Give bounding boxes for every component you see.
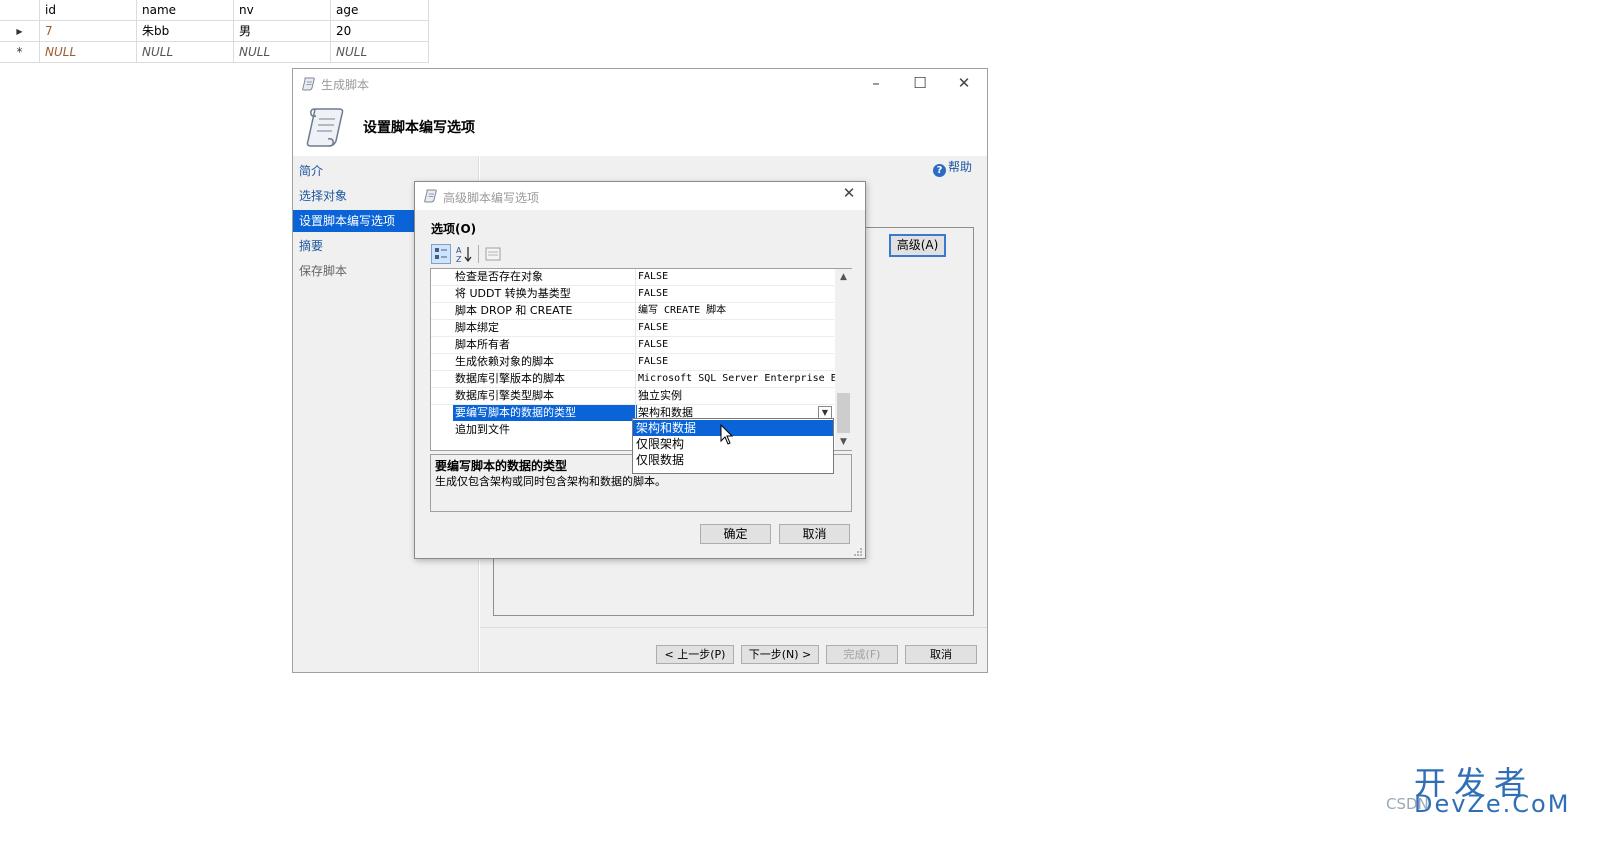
property-name: 检查是否存在对象	[455, 270, 543, 283]
property-name: 追加到文件	[455, 423, 510, 436]
scroll-down-icon[interactable]: ▼	[835, 434, 852, 450]
property-grid-scrollbar[interactable]: ▲ ▼	[835, 269, 852, 450]
options-label: 选项(O)	[431, 222, 477, 236]
description-text: 生成仅包含架构或同时包含架构和数据的脚本。	[435, 475, 666, 488]
property-value[interactable]: FALSE	[635, 354, 837, 370]
advanced-button[interactable]: 高级(A)	[889, 234, 946, 257]
watermark-csdn: CSDN	[1386, 795, 1429, 813]
table-cell[interactable]: 男	[234, 21, 331, 42]
property-value[interactable]: Microsoft SQL Server Enterprise Ed	[635, 371, 837, 387]
alphabetical-button[interactable]: A Z	[454, 244, 474, 264]
grid-corner[interactable]	[0, 0, 40, 21]
help-icon: ?	[933, 164, 946, 177]
categorized-icon	[435, 248, 447, 259]
property-value[interactable]: FALSE	[635, 286, 837, 302]
scroll-icon	[306, 108, 344, 147]
description-title: 要编写脚本的数据的类型	[435, 459, 568, 473]
property-name: 生成依赖对象的脚本	[455, 355, 554, 368]
svg-text:Z: Z	[456, 255, 462, 264]
row-indicator-current[interactable]: ▶	[0, 21, 40, 42]
dropdown-option[interactable]: 仅限数据	[633, 452, 833, 468]
property-pages-icon	[485, 247, 501, 261]
property-row[interactable]: 生成依赖对象的脚本 FALSE	[431, 354, 834, 371]
column-header-id[interactable]: id	[40, 0, 137, 21]
property-pages-button	[483, 244, 503, 264]
nav-item-intro[interactable]: 简介	[293, 160, 479, 182]
dialog-close-button[interactable]: ✕	[835, 184, 863, 208]
title-bar[interactable]: 生成脚本 – ☐ ✕	[293, 69, 987, 99]
table-cell[interactable]: 20	[331, 21, 429, 42]
table-cell[interactable]: NULL	[331, 42, 429, 63]
property-name: 将 UDDT 转换为基类型	[455, 287, 571, 300]
property-row[interactable]: 脚本所有者 FALSE	[431, 337, 834, 354]
close-button[interactable]: ✕	[942, 69, 986, 99]
categorized-button[interactable]	[431, 244, 451, 264]
column-header-age[interactable]: age	[331, 0, 429, 21]
minimize-button[interactable]: –	[854, 69, 898, 99]
finish-button: 完成(F)	[826, 645, 898, 664]
column-header-nv[interactable]: nv	[234, 0, 331, 21]
help-link[interactable]: ? 帮助	[933, 158, 972, 177]
svg-text:A: A	[456, 246, 462, 255]
window-title: 生成脚本	[321, 78, 370, 92]
help-label: 帮助	[948, 160, 973, 174]
property-name: 要编写脚本的数据的类型	[453, 405, 637, 421]
table-cell[interactable]: NULL	[40, 42, 137, 63]
table-cell[interactable]: NULL	[137, 42, 234, 63]
sort-az-icon: A Z	[456, 246, 472, 264]
table-cell[interactable]: 7	[40, 21, 137, 42]
wizard-cancel-button[interactable]: 取消	[905, 645, 977, 664]
advanced-scripting-options-dialog: 高级脚本编写选项 ✕ 选项(O) A Z 检查是否存在对象 FALSE 将 UD…	[414, 181, 866, 559]
property-name: 脚本 DROP 和 CREATE	[455, 304, 573, 317]
property-name: 脚本所有者	[455, 338, 510, 351]
resize-grip-icon[interactable]	[853, 547, 863, 557]
dialog-cancel-button[interactable]: 取消	[779, 524, 850, 544]
results-grid: id name nv age ▶ 7 朱bb 男 20 * NULL NULL …	[0, 0, 430, 63]
property-value[interactable]: 独立实例	[635, 388, 837, 404]
mouse-cursor-icon	[720, 424, 734, 445]
wizard-header: 设置脚本编写选项	[293, 99, 987, 156]
property-row[interactable]: 将 UDDT 转换为基类型 FALSE	[431, 286, 834, 303]
row-indicator-new[interactable]: *	[0, 42, 40, 63]
property-row[interactable]: 脚本绑定 FALSE	[431, 320, 834, 337]
script-icon	[302, 77, 315, 91]
toolbar-separator	[478, 245, 479, 263]
table-cell[interactable]: 朱bb	[137, 21, 234, 42]
previous-button[interactable]: < 上一步(P)	[656, 645, 734, 664]
property-name: 脚本绑定	[455, 321, 499, 334]
property-row[interactable]: 脚本 DROP 和 CREATE 编写 CREATE 脚本	[431, 303, 834, 320]
watermark-logo-en: DevZe.CoM	[1414, 790, 1571, 818]
footer-divider	[480, 627, 987, 628]
table-cell[interactable]: NULL	[234, 42, 331, 63]
property-row[interactable]: 数据库引擎类型脚本 独立实例	[431, 388, 834, 405]
property-value[interactable]: FALSE	[635, 320, 837, 336]
nav-item-scripting-options[interactable]: 设置脚本编写选项	[293, 210, 415, 232]
property-row[interactable]: 数据库引擎版本的脚本 Microsoft SQL Server Enterpri…	[431, 371, 837, 388]
property-value[interactable]: FALSE	[635, 269, 837, 285]
scrollbar-thumb[interactable]	[837, 393, 850, 433]
property-row[interactable]: 检查是否存在对象 FALSE	[431, 269, 834, 286]
script-icon	[424, 189, 437, 203]
maximize-button[interactable]: ☐	[898, 69, 942, 99]
scroll-up-icon[interactable]: ▲	[835, 269, 852, 285]
dialog-title-bar[interactable]: 高级脚本编写选项 ✕	[415, 182, 865, 210]
property-name: 数据库引擎版本的脚本	[455, 372, 565, 385]
property-value[interactable]: 编写 CREATE 脚本	[635, 303, 837, 319]
ok-button[interactable]: 确定	[700, 524, 771, 544]
column-header-name[interactable]: name	[137, 0, 234, 21]
page-title: 设置脚本编写选项	[363, 120, 475, 136]
next-button[interactable]: 下一步(N) >	[741, 645, 819, 664]
dialog-title: 高级脚本编写选项	[443, 191, 540, 205]
property-name: 数据库引擎类型脚本	[455, 389, 554, 402]
property-value[interactable]: FALSE	[635, 337, 837, 353]
